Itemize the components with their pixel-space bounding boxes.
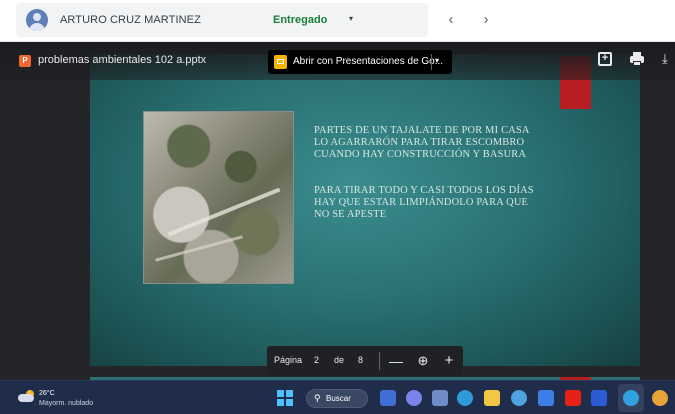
word-icon[interactable] xyxy=(591,390,607,406)
chevron-down-icon[interactable]: ▾ xyxy=(349,14,353,23)
search-label: Buscar xyxy=(326,394,351,403)
current-page-input[interactable]: 2 xyxy=(314,355,319,365)
screen: ARTURO CRUZ MARTINEZ Entregado ▾ ‹ › P p… xyxy=(0,0,675,414)
search-icon: ⚲ xyxy=(314,393,321,403)
total-pages: 8 xyxy=(358,355,364,365)
next-student-button[interactable]: › xyxy=(475,9,497,31)
open-with-label: Abrir con Presentaciones de Go... xyxy=(293,56,444,67)
student-name: ARTURO CRUZ MARTINEZ xyxy=(60,14,201,26)
page-navigator: Página 2 de 8 — ⊕ + xyxy=(267,346,463,376)
slide-text-paragraph-1: PARTES DE UN TAJALATE DE POR MI CASA LO … xyxy=(314,125,530,161)
open-with-button[interactable]: Abrir con Presentaciones de Go... ▾ xyxy=(268,50,452,74)
weather-temperature[interactable]: 26°C xyxy=(39,390,55,397)
chevron-down-icon[interactable]: ▾ xyxy=(435,56,439,65)
next-slide-preview xyxy=(90,377,640,380)
slide-photo xyxy=(143,111,294,284)
teams-chat-icon[interactable] xyxy=(406,390,422,406)
chrome-icon[interactable] xyxy=(652,390,668,406)
folder-icon[interactable] xyxy=(484,390,500,406)
zoom-out-button[interactable]: — xyxy=(389,351,403,371)
student-selector[interactable]: ARTURO CRUZ MARTINEZ Entregado ▾ xyxy=(16,3,428,37)
store-icon[interactable] xyxy=(538,390,554,406)
app-icon[interactable] xyxy=(511,390,527,406)
page-label: Página xyxy=(274,355,303,365)
edge-icon[interactable] xyxy=(623,390,639,406)
zoom-icon[interactable]: ⊕ xyxy=(415,352,431,370)
weather-icon[interactable] xyxy=(18,390,35,402)
google-slides-icon xyxy=(274,55,287,69)
submission-status[interactable]: Entregado xyxy=(273,14,327,26)
file-explorer-icon[interactable] xyxy=(380,390,396,406)
file-viewer: P problemas ambientales 102 a.pptx Abrir… xyxy=(0,42,675,380)
add-to-drive-icon[interactable]: + xyxy=(598,52,612,66)
viewer-toolbar: P problemas ambientales 102 a.pptx Abrir… xyxy=(0,42,675,80)
widgets-icon[interactable] xyxy=(432,390,448,406)
powerpoint-file-icon: P xyxy=(19,55,31,67)
slide-red-accent xyxy=(560,377,591,380)
file-name: problemas ambientales 102 a.pptx xyxy=(38,54,207,66)
taskbar: 26°C Mayorm. nublado ⚲ Buscar xyxy=(0,380,675,414)
divider xyxy=(431,54,432,70)
print-icon[interactable] xyxy=(630,52,644,66)
previous-student-button[interactable]: ‹ xyxy=(440,9,462,31)
start-button[interactable] xyxy=(277,390,293,406)
divider xyxy=(379,352,380,370)
taskbar-search[interactable]: ⚲ Buscar xyxy=(306,389,368,408)
classroom-header: ARTURO CRUZ MARTINEZ Entregado ▾ ‹ › xyxy=(0,0,675,42)
slide: PARTES DE UN TAJALATE DE POR MI CASA LO … xyxy=(90,54,640,366)
youtube-icon[interactable] xyxy=(565,390,581,406)
download-icon[interactable]: ⤓ xyxy=(662,51,675,67)
zoom-in-button[interactable]: + xyxy=(442,351,456,371)
avatar xyxy=(26,9,48,31)
page-of-label: de xyxy=(334,355,345,365)
edge-browser-icon[interactable] xyxy=(457,390,473,406)
slide-text-paragraph-2: PARA TIRAR TODO Y CASI TODOS LOS DÍAS HA… xyxy=(314,185,534,221)
weather-condition[interactable]: Mayorm. nublado xyxy=(39,400,93,407)
